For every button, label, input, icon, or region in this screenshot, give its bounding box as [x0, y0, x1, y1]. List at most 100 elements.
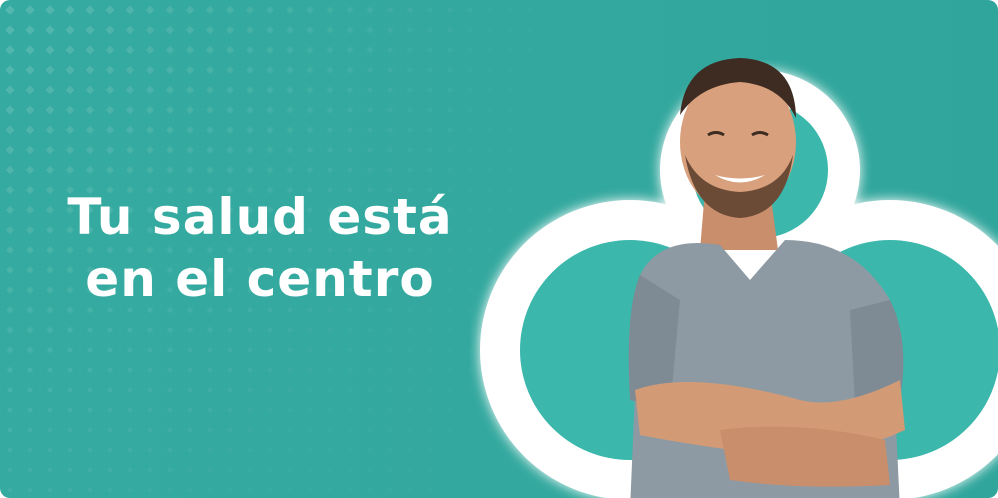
- pattern-dot: [366, 146, 374, 154]
- pattern-dot: [5, 65, 15, 75]
- pattern-dot: [307, 407, 313, 413]
- pattern-dot: [387, 427, 393, 433]
- pattern-dot: [5, 5, 15, 15]
- pattern-dot: [46, 346, 54, 354]
- pattern-dot: [187, 487, 193, 493]
- pattern-dot: [106, 326, 114, 334]
- pattern-dot: [406, 46, 414, 54]
- pattern-dot: [105, 5, 115, 15]
- pattern-dot: [427, 427, 433, 433]
- pattern-dot: [26, 326, 34, 334]
- pattern-dot: [427, 107, 434, 114]
- pattern-dot: [406, 66, 414, 74]
- pattern-dot: [25, 165, 35, 175]
- pattern-dot: [407, 367, 413, 373]
- pattern-dot: [185, 85, 195, 95]
- pattern-dot: [286, 106, 294, 114]
- pattern-dot: [66, 466, 74, 474]
- pattern-dot: [206, 406, 214, 414]
- pattern-dot: [427, 327, 433, 333]
- pattern-dot: [105, 145, 115, 155]
- pattern-dot: [326, 26, 334, 34]
- pattern-dot: [205, 25, 215, 35]
- pattern-dot: [146, 446, 154, 454]
- pattern-dot: [347, 447, 353, 453]
- pattern-dot: [166, 446, 174, 454]
- pattern-dot: [367, 367, 373, 373]
- pattern-dot: [125, 65, 135, 75]
- pattern-dot: [246, 86, 254, 94]
- pattern-dot: [406, 126, 414, 134]
- pattern-dot: [65, 45, 75, 55]
- pattern-dot: [186, 366, 194, 374]
- pattern-dot: [5, 165, 15, 175]
- pattern-dot: [246, 426, 254, 434]
- pattern-dot: [25, 65, 35, 75]
- pattern-dot: [427, 407, 433, 413]
- pattern-dot: [6, 426, 14, 434]
- pattern-dot: [146, 386, 154, 394]
- pattern-dot: [247, 447, 253, 453]
- pattern-dot: [186, 386, 194, 394]
- pattern-dot: [266, 26, 274, 34]
- pattern-dot: [106, 406, 114, 414]
- pattern-dot: [105, 105, 115, 115]
- pattern-dot: [507, 47, 513, 53]
- pattern-dot: [167, 487, 173, 493]
- pattern-dot: [347, 487, 353, 493]
- pattern-dot: [165, 65, 175, 75]
- pattern-dot: [206, 366, 214, 374]
- pattern-dot: [226, 386, 234, 394]
- pattern-dot: [26, 406, 34, 414]
- pattern-dot: [125, 105, 135, 115]
- pattern-dot: [146, 326, 154, 334]
- pattern-dot: [347, 467, 353, 473]
- pattern-dot: [186, 166, 194, 174]
- pattern-dot: [286, 26, 294, 34]
- pattern-dot: [5, 25, 15, 35]
- pattern-dot: [246, 26, 254, 34]
- pattern-dot: [145, 5, 155, 15]
- pattern-dot: [66, 406, 74, 414]
- pattern-dot: [6, 386, 14, 394]
- pattern-dot: [126, 366, 134, 374]
- pattern-dot: [5, 105, 15, 115]
- pattern-dot: [85, 145, 95, 155]
- pattern-dot: [407, 347, 413, 353]
- pattern-dot: [86, 346, 94, 354]
- pattern-dot: [226, 86, 234, 94]
- pattern-dot: [166, 126, 174, 134]
- pattern-dot: [66, 446, 74, 454]
- pattern-dot: [46, 406, 54, 414]
- pattern-dot: [346, 86, 354, 94]
- pattern-dot: [387, 347, 393, 353]
- pattern-dot: [266, 166, 274, 174]
- pattern-dot: [266, 86, 274, 94]
- pattern-dot: [307, 447, 313, 453]
- pattern-dot: [366, 166, 374, 174]
- pattern-dot: [226, 366, 234, 374]
- pattern-dot: [165, 25, 175, 35]
- pattern-dot: [225, 45, 235, 55]
- pattern-dot: [306, 46, 314, 54]
- pattern-dot: [145, 125, 155, 135]
- pattern-dot: [5, 45, 15, 55]
- pattern-dot: [447, 427, 453, 433]
- pattern-dot: [165, 45, 175, 55]
- pattern-dot: [306, 166, 314, 174]
- pattern-dot: [65, 105, 75, 115]
- pattern-dot: [387, 447, 393, 453]
- pattern-dot: [447, 467, 453, 473]
- pattern-dot: [386, 6, 394, 14]
- pattern-dot: [326, 6, 334, 14]
- pattern-dot: [467, 47, 473, 53]
- pattern-dot: [206, 126, 214, 134]
- pattern-dot: [286, 146, 294, 154]
- pattern-dot: [387, 367, 393, 373]
- pattern-dot: [266, 66, 274, 74]
- pattern-dot: [127, 487, 133, 493]
- pattern-dot: [387, 467, 393, 473]
- pattern-dot: [347, 427, 353, 433]
- pattern-dot: [407, 407, 413, 413]
- pattern-dot: [205, 5, 215, 15]
